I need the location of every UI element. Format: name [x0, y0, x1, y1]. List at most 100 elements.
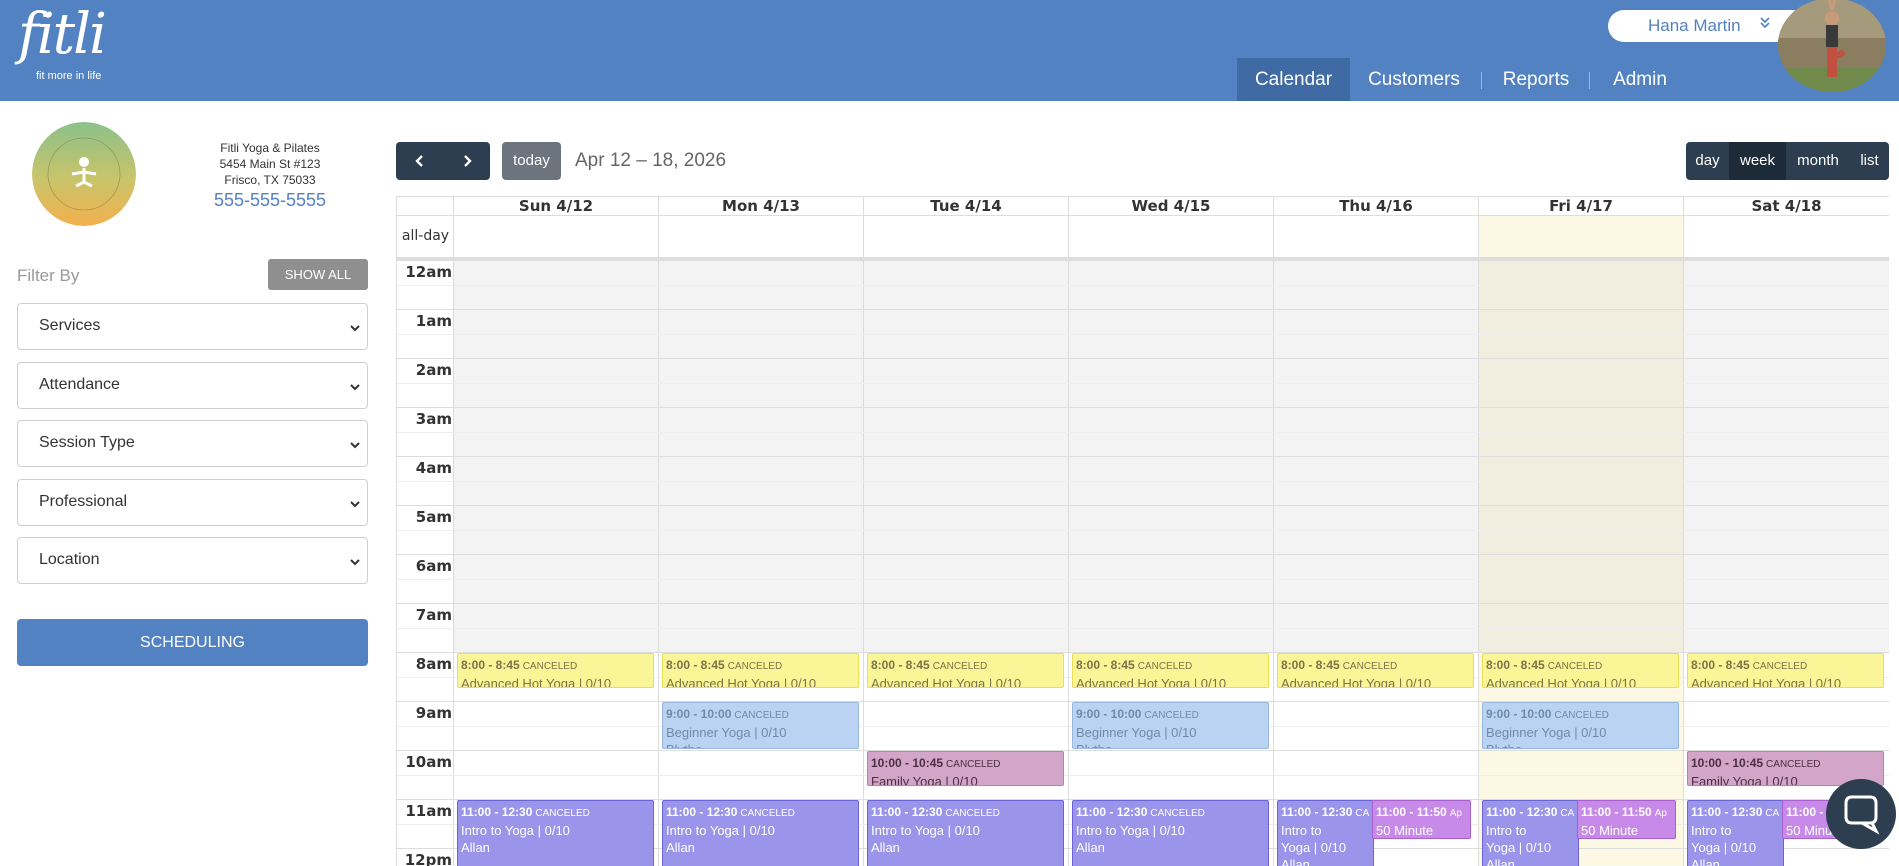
logo-wordmark: fitli [18, 2, 107, 67]
event-time: 11:00 - 12:30 [1076, 805, 1148, 819]
calendar-event[interactable]: 8:00 - 8:45 CANCELED Advanced Hot Yoga | 0… [1072, 653, 1269, 688]
day-header[interactable]: Thu 4/16 [1274, 197, 1479, 216]
studio-phone[interactable]: 555-555-5555 [190, 188, 350, 212]
professional-select[interactable]: Professional [17, 479, 368, 526]
all-day-cell[interactable] [1274, 216, 1479, 257]
day-header[interactable]: Tue 4/14 [864, 197, 1069, 216]
calendar-event[interactable]: 8:00 - 8:45 CANCELED Advanced Hot Yoga | 0… [457, 653, 654, 688]
services-select[interactable]: Services [17, 303, 368, 350]
day-header[interactable]: Mon 4/13 [659, 197, 864, 216]
fitli-logo[interactable]: fitli fit more in life [16, 4, 126, 92]
half-hour-line [397, 627, 1889, 629]
calendar-event[interactable]: 10:00 - 10:45 CANCELED Family Yoga | 0/10 [867, 751, 1064, 786]
day-header[interactable]: Sun 4/12 [454, 197, 659, 216]
calendar-event[interactable]: 11:00 - 12:30 CANCELED Intro to Yoga | 0/1… [457, 800, 654, 866]
event-line: Advanced Hot Yoga | 0/10 [1076, 676, 1227, 688]
calendar-event[interactable]: 11:00 - 11:50Ap50 MinuteAppointment [1577, 800, 1676, 839]
all-day-row: all-day [397, 216, 1889, 260]
calendar-event[interactable]: 11:00 - 12:30 CA Intro to Yoga | 0/10 Allan [1277, 800, 1374, 866]
event-line: Advanced Hot Yoga | 0/10 [871, 676, 1022, 688]
all-day-cell[interactable] [659, 216, 864, 257]
calendar-event[interactable]: 11:00 - 11:50Ap50 MinuteAppointment [1372, 800, 1471, 839]
half-hour-line [397, 529, 1889, 531]
event-status: CANCELED [734, 710, 789, 721]
all-day-cell[interactable] [1684, 216, 1889, 257]
all-day-cell[interactable] [454, 216, 659, 257]
hour-line [397, 505, 1889, 506]
chevron-down-icon [349, 378, 361, 397]
scheduling-button[interactable]: SCHEDULING [17, 619, 368, 666]
event-line: Blythe [1076, 741, 1266, 748]
event-time: 8:00 - 8:45 [1486, 658, 1545, 672]
view-list-button[interactable]: list [1850, 142, 1889, 180]
event-time: 8:00 - 8:45 [871, 658, 930, 672]
time-label: 2am [415, 361, 452, 379]
event-time: 9:00 - 10:00 [1076, 707, 1142, 721]
day-header[interactable]: Fri 4/17 [1479, 197, 1684, 216]
event-line: Beginner Yoga | 0/10 [1076, 725, 1197, 740]
event-line: Allan [461, 840, 490, 855]
date-range-title: Apr 12 – 18, 2026 [575, 150, 727, 171]
calendar-event[interactable]: 11:00 - 12:30 CA Intro to Yoga | 0/10 Allan [1687, 800, 1784, 866]
today-button[interactable]: today [502, 142, 561, 180]
event-time: 8:00 - 8:45 [1691, 658, 1750, 672]
calendar-event[interactable]: 11:00 - 12:30 CANCELED Intro to Yoga | 0/1… [867, 800, 1064, 866]
all-day-cell[interactable] [1069, 216, 1274, 257]
event-header: 8:00 - 8:45 CANCELED [1076, 656, 1266, 675]
event-status: CA [1765, 808, 1780, 819]
calendar-event[interactable]: 11:00 - 12:30 CANCELED Intro to Yoga | 0/1… [662, 800, 859, 866]
nav-calendar[interactable]: Calendar [1237, 58, 1350, 101]
calendar-event[interactable]: 11:00 - 12:30 CANCELED Intro to Yoga | 0/1… [1072, 800, 1269, 866]
event-time: 8:00 - 8:45 [1281, 658, 1340, 672]
half-hour-line [397, 382, 1889, 384]
view-month-button[interactable]: month [1786, 142, 1850, 180]
calendar-event[interactable]: 8:00 - 8:45 CANCELED Advanced Hot Yoga | 0… [662, 653, 859, 688]
time-label: 7am [415, 606, 452, 624]
event-time: 11:00 - 12:30 [1486, 805, 1558, 819]
time-label: 1am [415, 312, 452, 330]
day-header[interactable]: Sat 4/18 [1684, 197, 1889, 216]
chat-button[interactable] [1826, 779, 1896, 849]
calendar-event[interactable]: 8:00 - 8:45 CANCELED Advanced Hot Yoga | 0… [867, 653, 1064, 688]
all-day-cell[interactable] [864, 216, 1069, 257]
nav-admin[interactable]: Admin [1600, 58, 1680, 101]
hour-line [397, 309, 1889, 310]
event-status: CANCELED [946, 759, 1001, 770]
attendance-select[interactable]: Attendance [17, 362, 368, 409]
event-line: 50 Minute [1581, 823, 1639, 838]
session-type-select[interactable]: Session Type [17, 420, 368, 467]
location-select[interactable]: Location [17, 537, 368, 584]
event-line: Intro to Yoga | 0/10 [871, 823, 980, 838]
event-status: CANCELED [740, 808, 795, 819]
prev-week-button[interactable] [396, 142, 443, 180]
event-line: Advanced Hot Yoga | 0/10 [666, 676, 817, 688]
calendar-event[interactable]: 9:00 - 10:00 CANCELED Beginner Yoga | 0/10… [1072, 702, 1269, 749]
nav-reports[interactable]: Reports [1492, 58, 1580, 101]
next-week-button[interactable] [443, 142, 490, 180]
event-status: CA [1355, 808, 1370, 819]
calendar-event[interactable]: 9:00 - 10:00 CANCELED Beginner Yoga | 0/10… [662, 702, 859, 749]
hour-line [397, 750, 1889, 751]
half-hour-line [397, 284, 1889, 286]
all-day-cell-today[interactable] [1479, 216, 1684, 257]
event-line: Advanced Hot Yoga | 0/10 [1281, 676, 1432, 688]
event-header: 11:00 - 12:30 CA [1691, 803, 1781, 822]
show-all-button[interactable]: SHOW ALL [268, 259, 368, 290]
studio-name: Fitli Yoga & Pilates [220, 141, 320, 155]
view-day-button[interactable]: day [1686, 142, 1729, 180]
event-header: 9:00 - 10:00 CANCELED [1076, 705, 1266, 724]
calendar-event[interactable]: 8:00 - 8:45 CANCELED Advanced Hot Yoga | 0… [1482, 653, 1679, 688]
calendar-event[interactable]: 9:00 - 10:00 CANCELED Beginner Yoga | 0/10… [1482, 702, 1679, 749]
hour-line [397, 554, 1889, 555]
event-line: Beginner Yoga | 0/10 [1486, 725, 1607, 740]
avatar[interactable] [1778, 0, 1886, 92]
day-header[interactable]: Wed 4/15 [1069, 197, 1274, 216]
nav-customers[interactable]: Customers [1358, 58, 1470, 101]
calendar-event[interactable]: 8:00 - 8:45 CANCELED Advanced Hot Yoga | 0… [1687, 653, 1884, 688]
calendar-event[interactable]: 8:00 - 8:45 CANCELED Advanced Hot Yoga | 0… [1277, 653, 1474, 688]
calendar-event[interactable]: 11:00 - 12:30 CA Intro to Yoga | 0/10 Allan [1482, 800, 1579, 866]
event-status: CANCELED [1554, 710, 1609, 721]
event-line: Yoga | 0/10 [1486, 840, 1552, 855]
view-week-button[interactable]: week [1729, 142, 1786, 180]
event-time: 8:00 - 8:45 [666, 658, 725, 672]
